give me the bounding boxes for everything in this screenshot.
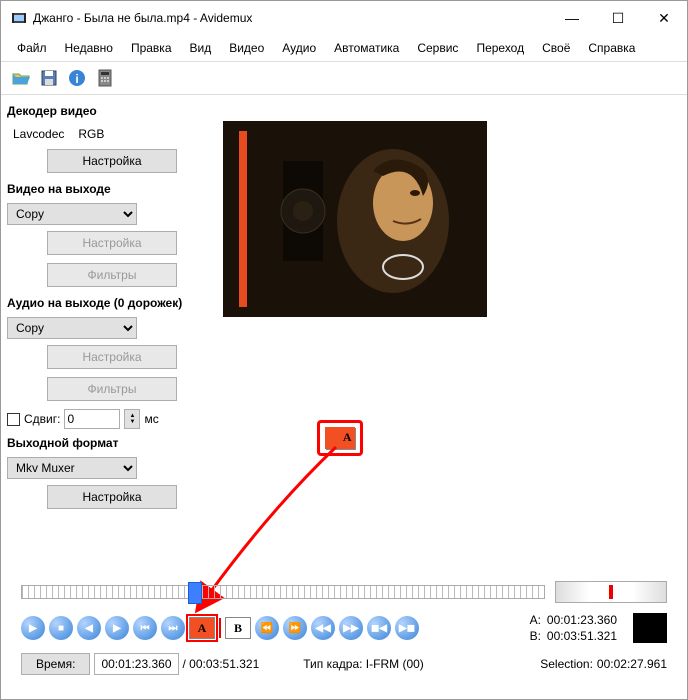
menubar: Файл Недавно Правка Вид Видео Аудио Авто…: [1, 35, 687, 61]
menu-audio[interactable]: Аудио: [274, 37, 324, 59]
next-frame-button[interactable]: ▶: [105, 616, 129, 640]
marker-b-label: B:: [530, 629, 541, 643]
menu-view[interactable]: Вид: [182, 37, 220, 59]
video-out-title: Видео на выходе: [7, 179, 217, 199]
decoder-codec: Lavcodec: [13, 127, 64, 141]
audio-out-filters-button[interactable]: Фильтры: [47, 377, 177, 401]
shift-checkbox[interactable]: [7, 413, 20, 426]
menu-tools[interactable]: Сервис: [409, 37, 466, 59]
prev-black-button[interactable]: ◼◀: [367, 616, 391, 640]
time-row: Время: 00:01:23.360 / 00:03:51.321 Тип к…: [21, 653, 667, 675]
jog-wheel[interactable]: [555, 581, 667, 603]
calc-icon[interactable]: [93, 66, 117, 90]
save-icon[interactable]: [37, 66, 61, 90]
set-marker-b-button[interactable]: B: [225, 617, 251, 639]
menu-file[interactable]: Файл: [9, 37, 55, 59]
output-format-select[interactable]: Mkv Muxer: [7, 457, 137, 479]
marker-b-value: 00:03:51.321: [547, 629, 617, 643]
time-current[interactable]: 00:01:23.360: [94, 653, 178, 675]
control-row: ▶ ■ ◀ ▶ ⏮ ⏭ A B ⏪ ⏩ ◀◀ ▶▶ ◼◀ ▶◼ A: 00:01:…: [21, 613, 667, 643]
right-panel: [223, 101, 681, 511]
selection-label: Selection:: [540, 657, 593, 671]
menu-help[interactable]: Справка: [580, 37, 643, 59]
menu-auto[interactable]: Автоматика: [326, 37, 407, 59]
menu-custom[interactable]: Своё: [534, 37, 578, 59]
shift-label: Сдвиг:: [24, 412, 60, 426]
time-button[interactable]: Время:: [21, 653, 90, 675]
prev-keyframe-button[interactable]: ⏮: [133, 616, 157, 640]
audio-out-title: Аудио на выходе (0 дорожек): [7, 293, 217, 313]
info-icon[interactable]: i: [65, 66, 89, 90]
decoder-settings-button[interactable]: Настройка: [47, 149, 177, 173]
timeline-track[interactable]: [21, 585, 545, 599]
audio-out-select[interactable]: Copy: [7, 317, 137, 339]
app-icon: [11, 10, 27, 26]
video-frame-content: [223, 121, 487, 317]
playhead[interactable]: [188, 582, 202, 604]
stop-button[interactable]: ■: [49, 616, 73, 640]
marker-info: A: 00:01:23.360 B: 00:03:51.321: [530, 613, 617, 643]
audio-out-settings-button[interactable]: Настройка: [47, 345, 177, 369]
app-window: Джанго - Была не была.mp4 - Avidemux — ☐…: [0, 0, 688, 700]
svg-text:i: i: [75, 72, 78, 86]
next-black-button[interactable]: ▶◼: [395, 616, 419, 640]
titlebar: Джанго - Была не была.mp4 - Avidemux — ☐…: [1, 1, 687, 35]
decoder-info: Lavcodec RGB: [7, 125, 217, 143]
prev-cut-button[interactable]: ◀◀: [311, 616, 335, 640]
next-keyframe-button[interactable]: ⏭: [161, 616, 185, 640]
frame-type: Тип кадра: I-FRM (00): [303, 657, 424, 671]
video-out-filters-button[interactable]: Фильтры: [47, 263, 177, 287]
decoder-format: RGB: [78, 127, 104, 141]
jog-center-mark: [609, 585, 613, 599]
video-out-select[interactable]: Copy: [7, 203, 137, 225]
titlebar-left: Джанго - Была не была.mp4 - Avidemux: [11, 10, 252, 26]
preview-thumb: [633, 613, 667, 643]
window-title: Джанго - Была не была.mp4 - Avidemux: [33, 11, 252, 25]
prev-frame-button[interactable]: ◀: [77, 616, 101, 640]
menu-video[interactable]: Видео: [221, 37, 272, 59]
time-total: / 00:03:51.321: [183, 657, 260, 671]
goto-b-button[interactable]: ⏩: [283, 616, 307, 640]
decoder-title: Декодер видео: [7, 101, 217, 121]
window-controls: — ☐ ✕: [549, 3, 687, 33]
left-panel: Декодер видео Lavcodec RGB Настройка Вид…: [7, 101, 217, 511]
output-format-settings-button[interactable]: Настройка: [47, 485, 177, 509]
menu-recent[interactable]: Недавно: [57, 37, 121, 59]
menu-go[interactable]: Переход: [468, 37, 532, 59]
video-out-settings-button[interactable]: Настройка: [47, 231, 177, 255]
callout-marker-a: A: [317, 420, 363, 456]
goto-a-button[interactable]: ⏪: [255, 616, 279, 640]
callout-letter: A: [325, 427, 355, 449]
shift-input[interactable]: [64, 409, 120, 429]
output-format-title: Выходной формат: [7, 433, 217, 453]
video-preview: [223, 121, 487, 317]
timeline-row: [21, 581, 667, 603]
minimize-button[interactable]: —: [549, 3, 595, 33]
marker-a-value: 00:01:23.360: [547, 613, 617, 627]
selection-value: 00:02:27.961: [597, 657, 667, 671]
shift-unit: мс: [144, 412, 158, 426]
maximize-button[interactable]: ☐: [595, 3, 641, 33]
set-marker-a-button[interactable]: A: [189, 617, 215, 639]
marker-divider: [219, 618, 221, 638]
open-icon[interactable]: [9, 66, 33, 90]
play-button[interactable]: ▶: [21, 616, 45, 640]
shift-row: Сдвиг: ▲▼ мс: [7, 409, 217, 429]
next-cut-button[interactable]: ▶▶: [339, 616, 363, 640]
toolbar: i: [1, 61, 687, 95]
bottom-panel: ▶ ■ ◀ ▶ ⏮ ⏭ A B ⏪ ⏩ ◀◀ ▶▶ ◼◀ ▶◼ A: 00:01:…: [1, 573, 687, 699]
menu-edit[interactable]: Правка: [123, 37, 180, 59]
marker-a-label: A:: [530, 613, 541, 627]
shift-spinner[interactable]: ▲▼: [124, 409, 140, 429]
close-button[interactable]: ✕: [641, 3, 687, 33]
